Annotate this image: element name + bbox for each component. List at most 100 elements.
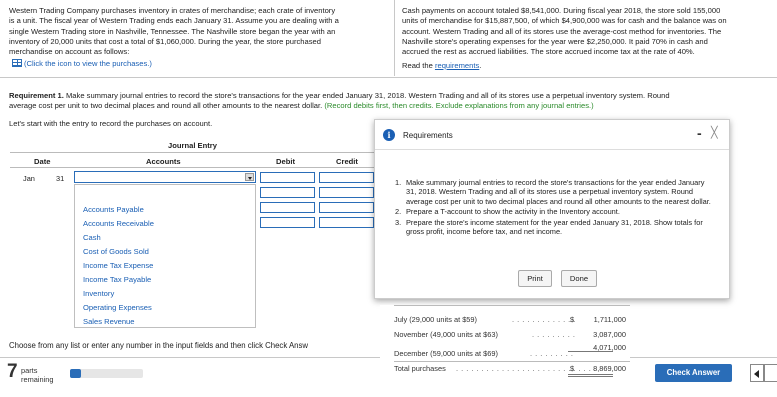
parts-label: parts [21,366,38,375]
account-options-list[interactable]: Accounts Payable Accounts Receivable Cas… [74,184,256,328]
purchase-label: July (29,000 units at $59) [394,315,477,324]
purchase-leader: . . . . . . . . . [532,330,576,339]
requirement-hint: (Record debits first, then credits. Excl… [324,101,594,111]
purchases-top-rule [394,305,630,306]
caret-left-icon [754,370,759,378]
purchase-leader: . . . . . . . . . . . . . . . . . . . . … [456,364,597,373]
col-date: Date [34,157,51,166]
progress-fill [70,369,81,378]
requirement-item: 3. Prepare the store's income statement … [395,218,715,237]
purchase-label: December (59,000 units at $69) [394,349,498,358]
requirements-list: 1. Make summary journal entries to recor… [395,178,715,237]
option-inventory[interactable]: Inventory [83,289,114,298]
requirement-num: 2. [395,207,402,217]
modal-header: i Requirements - ╳ [375,120,729,150]
purchase-row: July (29,000 units at $59) . . . . . . .… [394,315,630,324]
purchase-label: November (49,000 units at $63) [394,330,498,339]
view-purchases-link[interactable]: (Click the icon to view the purchases.) [12,59,152,69]
date-month: Jan [23,174,35,183]
subtotal-rule [568,351,613,352]
problem-right-line: account. Western Trading and all of its … [402,26,722,36]
minimize-button[interactable]: - [697,125,702,141]
problem-right-line: units of merchandise for $15,887,500, of… [402,16,727,26]
requirement-num: 1. [395,178,402,187]
requirement-item-text: Prepare a T-account to show the activity… [406,207,620,217]
view-purchases-label[interactable]: (Click the icon to view the purchases.) [24,59,152,68]
purchases-table: July (29,000 units at $59) . . . . . . .… [380,305,630,377]
option-accounts-receivable[interactable]: Accounts Receivable [83,219,154,228]
col-credit: Credit [336,157,358,166]
debit-input[interactable] [260,187,315,198]
option-income-tax-expense[interactable]: Income Tax Expense [83,261,153,270]
close-icon[interactable]: ╳ [711,126,718,139]
problem-left-line: Western Trading Company purchases invent… [9,6,336,15]
requirement-item: 1. Make summary journal entries to recor… [395,178,715,206]
read-requirements: Read the requirements. [402,61,481,70]
top-divider [0,77,777,78]
prev-button[interactable] [750,364,764,382]
date-day: 31 [56,174,65,183]
option-operating-expenses[interactable]: Operating Expenses [83,303,152,312]
requirements-modal[interactable]: i Requirements - ╳ 1. Make summary journ… [374,119,730,299]
requirement-num: 3. [395,217,402,227]
debit-input[interactable] [260,172,315,183]
requirement-label: Requirement 1. [9,91,64,100]
parts-count: 7 [7,361,18,382]
requirement-line2: average cost per unit to two decimal pla… [9,101,323,111]
problem-left-line: inventory of 20,000 units that cost a to… [9,36,321,46]
purchase-leader: . . . . . . . . . [530,349,574,358]
purchase-total-row: Total purchases . . . . . . . . . . . . … [394,364,630,373]
purchase-value: 1,711,000 [593,315,626,324]
progress-bar [70,369,143,378]
option-accounts-payable[interactable]: Accounts Payable [83,205,144,214]
purchase-value: 3,087,000 [593,330,626,339]
option-cash[interactable]: Cash [83,233,101,242]
requirements-link[interactable]: requirements [435,61,479,70]
purchase-value: 8,869,000 [593,364,626,373]
check-answer-button[interactable]: Check Answer [655,364,732,382]
account-select[interactable] [74,171,256,183]
problem-divider [394,0,395,76]
print-button[interactable]: Print [518,270,552,287]
journal-header-rule [10,167,374,168]
table-icon[interactable] [12,59,22,67]
credit-input[interactable] [319,202,374,213]
requirement-item: 2. Prepare a T-account to show the activ… [395,207,715,216]
total-double-rule [568,374,613,377]
problem-left-line: merchandise on account as follows: [9,47,130,57]
read-suffix: . [479,61,482,70]
problem-left-line: single Western Trading store in Nashvill… [9,26,336,36]
requirement-item-text: Prepare the store's income statement for… [406,217,703,237]
credit-input[interactable] [319,187,374,198]
problem-left: Western Trading Company purchases invent… [9,6,371,57]
debit-input[interactable] [260,217,315,228]
debit-input[interactable] [260,202,315,213]
col-debit: Debit [276,157,295,166]
problem-left-line: is a unit. The fiscal year of Western Tr… [9,16,339,26]
requirement-text: Requirement 1. Make summary journal entr… [9,91,774,112]
read-prefix: Read the [402,61,435,70]
modal-title: Requirements [403,131,453,140]
problem-right-line: Cash payments on account totaled $8,541,… [402,6,721,15]
option-cost-of-goods-sold[interactable]: Cost of Goods Sold [83,247,149,256]
problem-right-line: Nashville store's operating expenses for… [402,36,708,46]
purchase-row: November (49,000 units at $63) . . . . .… [394,330,630,339]
credit-input[interactable] [319,217,374,228]
problem-right-line: accrued the rest as accrued liabilities.… [402,47,695,57]
requirement-item-text: Make summary journal entries to record t… [406,178,711,206]
chevron-down-icon[interactable] [245,173,254,181]
journal-title: Journal Entry [168,141,217,150]
credit-input[interactable] [319,172,374,183]
col-accounts: Accounts [146,157,181,166]
info-icon: i [383,129,395,141]
option-income-tax-payable[interactable]: Income Tax Payable [83,275,151,284]
purchase-leader: . . . . . . . . . . . . . [512,315,576,324]
instruction-text: Choose from any list or enter any number… [9,341,309,350]
done-button[interactable]: Done [561,270,597,287]
journal-title-rule [10,152,374,153]
next-button[interactable] [764,364,777,382]
start-text: Let's start with the entry to record the… [9,119,213,128]
remaining-label: remaining [21,375,54,384]
option-sales-revenue[interactable]: Sales Revenue [83,317,135,326]
problem-right: Cash payments on account totaled $8,541,… [402,6,774,57]
